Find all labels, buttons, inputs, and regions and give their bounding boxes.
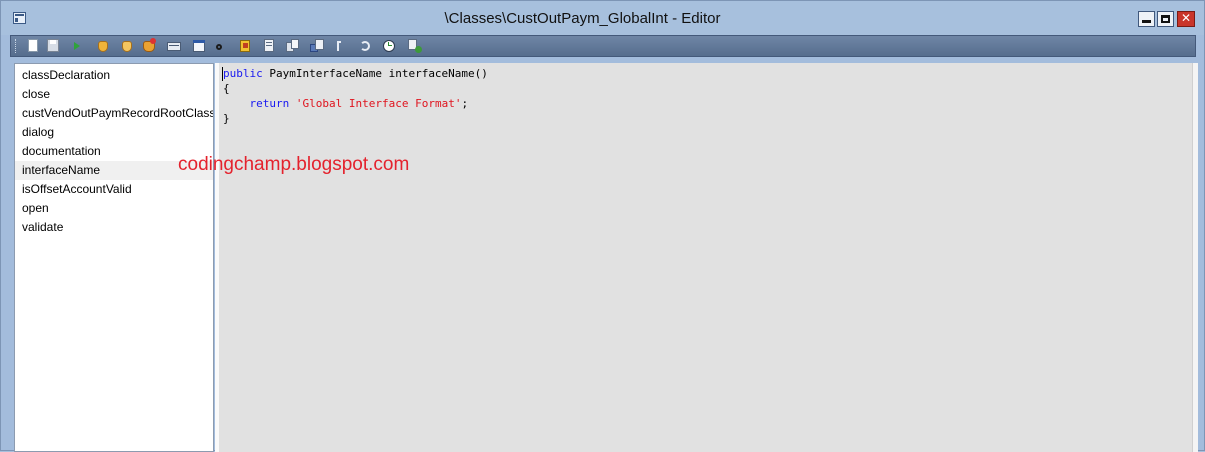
enable-breakpoint-icon[interactable]	[119, 38, 135, 54]
code-semicolon: ;	[461, 97, 469, 110]
list-properties-icon[interactable]	[261, 38, 277, 54]
window-title: \Classes\CustOutPaym_GlobalInt - Editor	[444, 10, 721, 27]
title-bar[interactable]: \Classes\CustOutPaym_GlobalInt - Editor …	[1, 1, 1204, 35]
toolbar-grip[interactable]	[15, 39, 17, 53]
code-close-brace: }	[223, 112, 230, 125]
code-editor[interactable]: public PaymInterfaceName interfaceName()…	[215, 63, 1192, 452]
editor-window: \Classes\CustOutPaym_GlobalInt - Editor …	[0, 0, 1205, 452]
lookup-icon[interactable]	[191, 38, 207, 54]
method-item[interactable]: classDeclaration	[15, 66, 213, 85]
scripts-icon[interactable]	[237, 38, 253, 54]
source-control-icon[interactable]	[407, 38, 423, 54]
undo-icon[interactable]	[357, 38, 373, 54]
method-item[interactable]: close	[15, 85, 213, 104]
method-item[interactable]: open	[15, 199, 213, 218]
vertical-scrollbar[interactable]	[1192, 63, 1198, 452]
minimize-icon	[1142, 20, 1151, 23]
method-item[interactable]: isOffsetAccountValid	[15, 180, 213, 199]
run-icon[interactable]	[69, 38, 85, 54]
method-item[interactable]: validate	[15, 218, 213, 237]
remove-breakpoints-icon[interactable]	[141, 38, 157, 54]
minimize-button[interactable]	[1138, 11, 1155, 27]
watermark-text: codingchamp.blogspot.com	[178, 154, 410, 175]
toolbar	[10, 35, 1196, 57]
close-icon: ✕	[1180, 11, 1192, 25]
code-keyword: public	[223, 67, 263, 80]
method-item[interactable]: custVendOutPaymRecordRootClassI	[15, 104, 213, 123]
close-button[interactable]: ✕	[1177, 11, 1195, 27]
compile-icon[interactable]	[166, 38, 182, 54]
copy-icon[interactable]	[285, 38, 301, 54]
code-signature: PaymInterfaceName interfaceName()	[262, 67, 488, 80]
history-icon[interactable]	[381, 38, 397, 54]
paste-icon[interactable]	[309, 38, 325, 54]
save-icon[interactable]	[45, 38, 61, 54]
code-keyword: return	[249, 97, 290, 110]
code-string: 'Global Interface Format'	[295, 97, 462, 110]
breakpoint-icon[interactable]	[95, 38, 111, 54]
new-icon[interactable]	[25, 38, 41, 54]
maximize-button[interactable]	[1157, 11, 1174, 27]
maximize-icon	[1161, 15, 1170, 23]
method-item[interactable]: dialog	[15, 123, 213, 142]
method-list[interactable]: classDeclaration close custVendOutPaymRe…	[14, 63, 214, 452]
code-open-brace: {	[223, 82, 230, 95]
outline-icon[interactable]	[333, 38, 349, 54]
code-text[interactable]: public PaymInterfaceName interfaceName()…	[223, 66, 488, 126]
find-icon[interactable]	[213, 38, 229, 54]
